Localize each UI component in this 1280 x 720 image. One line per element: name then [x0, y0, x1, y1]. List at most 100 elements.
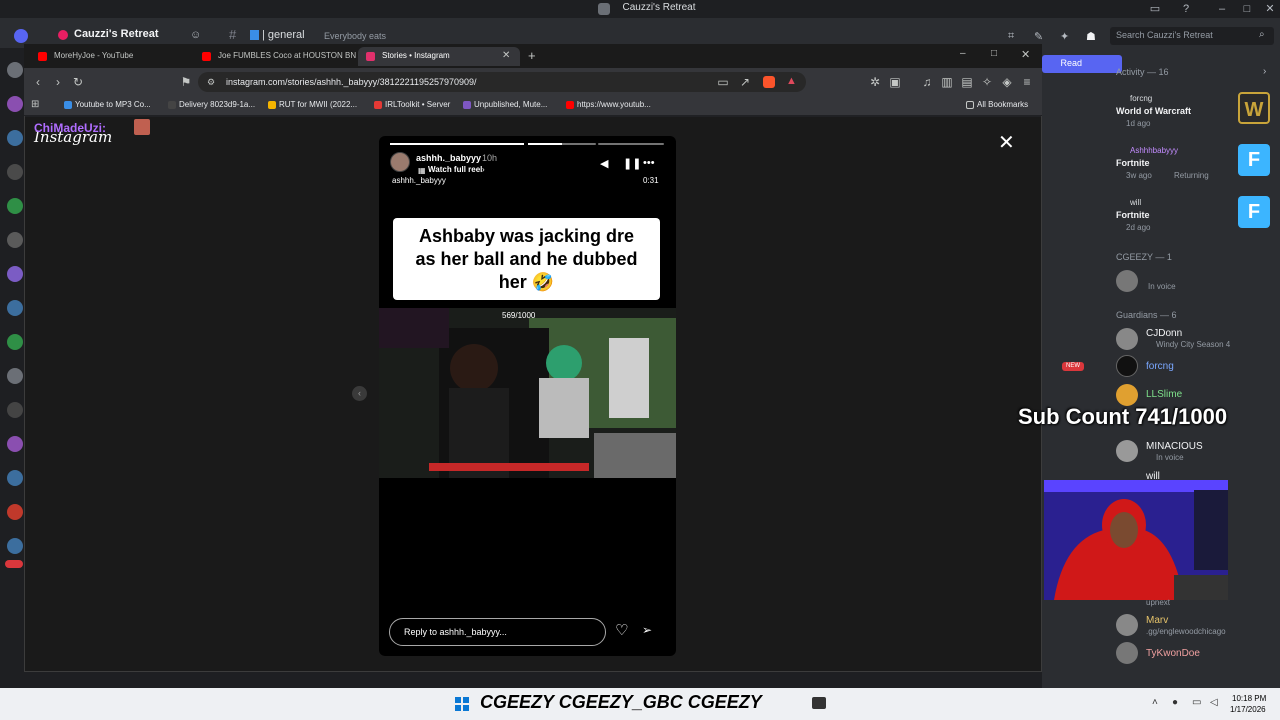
avatar[interactable]: [1116, 440, 1138, 462]
media-icon[interactable]: ♫: [920, 75, 934, 89]
tab-close-icon[interactable]: ✕: [502, 50, 510, 61]
server-icon-4[interactable]: [7, 164, 23, 180]
leo-icon[interactable]: ✧: [980, 75, 994, 89]
bookmark-item[interactable]: Unpublished, Mute...: [463, 100, 547, 109]
notifications-icon[interactable]: ✎: [1034, 30, 1043, 43]
extensions-icon[interactable]: ✲: [868, 75, 882, 89]
activity-card[interactable]: forcng World of Warcraft 1d ago W: [1116, 92, 1276, 132]
windows-start-icon[interactable]: [455, 697, 469, 711]
browser-maximize-icon[interactable]: □: [991, 48, 997, 59]
forward-icon[interactable]: ›: [51, 75, 65, 89]
story-video[interactable]: [379, 308, 676, 478]
more-options-icon[interactable]: •••: [643, 157, 655, 169]
story-avatar[interactable]: [390, 152, 410, 172]
add-friend-icon[interactable]: ☺: [190, 29, 201, 41]
tab-youtube-2[interactable]: Joe FUMBLES Coco at HOUSTON BN: [194, 47, 356, 66]
avatar[interactable]: [1116, 642, 1138, 664]
all-bookmarks[interactable]: All Bookmarks: [966, 100, 1028, 109]
pause-icon[interactable]: ❚❚: [623, 157, 641, 170]
bookmark-item[interactable]: https://www.youtub...: [566, 100, 651, 109]
site-info-icon[interactable]: ⚙: [207, 77, 215, 88]
avatar[interactable]: [1116, 270, 1138, 292]
server-icon-2[interactable]: [7, 96, 23, 112]
server-icon-3[interactable]: [7, 130, 23, 146]
brave-shield-icon[interactable]: [763, 76, 775, 88]
clock-time[interactable]: 10:18 PM: [1232, 694, 1266, 703]
avatar[interactable]: [1116, 328, 1138, 350]
bookmark-item[interactable]: Delivery 8023d9-1a...: [168, 100, 255, 109]
server-icon-9[interactable]: [7, 334, 23, 350]
discord-home-icon[interactable]: [14, 29, 28, 43]
member-name[interactable]: forcng: [1146, 361, 1174, 372]
bookmark-item[interactable]: Youtube to MP3 Co...: [64, 100, 151, 109]
member-list-icon[interactable]: ☗: [1086, 30, 1096, 43]
story-close-button[interactable]: ✕: [998, 133, 1015, 153]
member-name[interactable]: TyKwonDoe: [1146, 648, 1200, 659]
member-name[interactable]: Marv: [1146, 615, 1168, 626]
heart-icon[interactable]: ♡: [615, 623, 628, 638]
story-username[interactable]: ashhh._babyyy: [416, 153, 481, 163]
avatar[interactable]: [1116, 614, 1138, 636]
avatar[interactable]: [1116, 355, 1138, 377]
reply-placeholder[interactable]: Reply to ashhh._babyyy...: [404, 627, 507, 637]
server-name[interactable]: Cauzzi's Retreat: [74, 28, 159, 40]
volume-icon[interactable]: ◁: [1210, 697, 1218, 708]
server-icon-10[interactable]: [7, 368, 23, 384]
threads-icon[interactable]: ⌗: [1008, 30, 1014, 43]
watch-full-reel-link[interactable]: Watch full reel: [428, 165, 482, 174]
mute-icon[interactable]: ◀: [600, 157, 608, 170]
terminal-icon[interactable]: [812, 697, 826, 709]
server-icon-5[interactable]: [7, 198, 23, 214]
server-icon-14[interactable]: [7, 504, 23, 520]
activity-card[interactable]: Ashhhbabyyy Fortnite 3w ago Returning F: [1116, 144, 1276, 184]
server-icon-13[interactable]: [7, 470, 23, 486]
sidebar-icon[interactable]: ▣: [888, 75, 902, 89]
bookmark-item[interactable]: IRLToolkit • Server: [374, 100, 450, 109]
mark-read-button[interactable]: Read: [1042, 55, 1122, 73]
server-icon-1[interactable]: [7, 62, 23, 78]
member-name[interactable]: CJDonn: [1146, 328, 1182, 339]
server-icon-15[interactable]: [7, 538, 23, 554]
network-icon[interactable]: ▭: [1192, 697, 1201, 708]
activity-card[interactable]: will Fortnite 2d ago F: [1116, 196, 1276, 236]
browser-minimize-icon[interactable]: –: [960, 48, 966, 59]
reading-list-icon[interactable]: ▥: [940, 75, 954, 89]
vpn-icon[interactable]: ◈: [1000, 75, 1014, 89]
mic-icon[interactable]: ●: [1172, 697, 1178, 708]
apps-grid-icon[interactable]: ⊞: [31, 99, 39, 110]
minimize-icon[interactable]: –: [1216, 3, 1228, 15]
cast-icon[interactable]: ▭: [716, 75, 730, 89]
chevron-up-icon[interactable]: ˄: [1152, 697, 1158, 708]
server-icon-12[interactable]: [7, 436, 23, 452]
share-icon[interactable]: ↗: [738, 75, 752, 89]
menu-icon[interactable]: ≡: [1020, 75, 1034, 89]
chevron-right-icon[interactable]: ›: [1263, 66, 1266, 77]
browser-close-icon[interactable]: ✕: [1021, 48, 1030, 61]
avatar[interactable]: [1116, 384, 1138, 406]
brave-rewards-icon[interactable]: ▲: [786, 75, 797, 87]
clock-date[interactable]: 1/17/2026: [1230, 705, 1266, 714]
new-tab-button[interactable]: +: [528, 48, 536, 63]
reload-icon[interactable]: ↻: [71, 75, 85, 89]
back-icon[interactable]: ‹: [31, 75, 45, 89]
wallet-icon[interactable]: ▤: [960, 75, 974, 89]
tab-instagram[interactable]: Stories • Instagram: [358, 47, 520, 66]
inbox-icon[interactable]: ▭: [1149, 3, 1161, 15]
server-icon-11[interactable]: [7, 402, 23, 418]
server-icon-7[interactable]: [7, 266, 23, 282]
member-name[interactable]: MINACIOUS: [1146, 441, 1203, 452]
story-prev-icon[interactable]: ‹: [352, 386, 367, 401]
server-icon-6[interactable]: [7, 232, 23, 248]
bookmark-icon[interactable]: ⚑: [179, 75, 193, 89]
maximize-icon[interactable]: □: [1241, 3, 1253, 15]
close-icon[interactable]: ✕: [1264, 3, 1276, 15]
tab-youtube-1[interactable]: MoreHyJoe - YouTube: [30, 47, 192, 66]
send-icon[interactable]: ➢: [642, 623, 652, 638]
search-input[interactable]: Search Cauzzi's Retreat: [1116, 30, 1213, 40]
bookmark-item[interactable]: RUT for MWII (2022...: [268, 100, 357, 109]
help-icon[interactable]: ?: [1180, 3, 1192, 15]
url-text[interactable]: instagram.com/stories/ashhh._babyyy/3812…: [226, 77, 477, 87]
pin-icon[interactable]: ✦: [1060, 30, 1069, 43]
member-name[interactable]: LLSlime: [1146, 389, 1182, 400]
server-icon-8[interactable]: [7, 300, 23, 316]
